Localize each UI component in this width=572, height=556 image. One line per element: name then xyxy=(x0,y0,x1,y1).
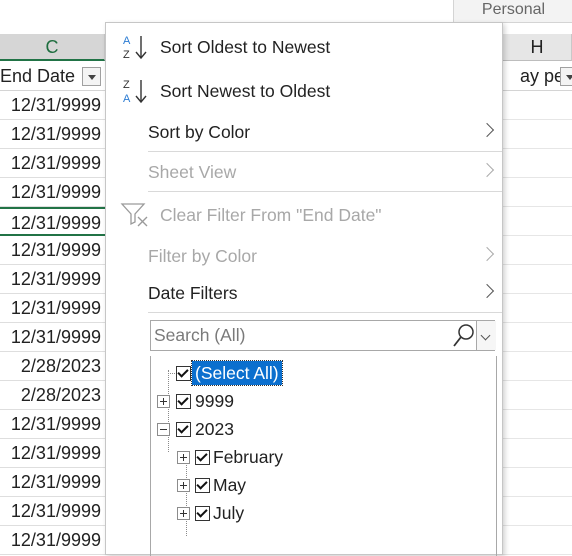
checkbox-checked-icon[interactable] xyxy=(176,366,191,381)
personal-sheet-tab[interactable]: Personal xyxy=(453,0,572,23)
year-9999-label: 9999 xyxy=(195,391,234,411)
clear-filter-item[interactable]: Clear Filter From "End Date" xyxy=(106,195,502,235)
select-all-label: (Select All) xyxy=(191,360,283,386)
cell-end-date[interactable]: 12/31/9999 xyxy=(0,410,105,439)
checkbox-checked-icon[interactable] xyxy=(176,394,191,409)
date-filters-item[interactable]: Date Filters xyxy=(106,273,502,313)
svg-text:Z: Z xyxy=(123,49,130,61)
sheet-view-item[interactable]: Sheet View xyxy=(106,152,502,192)
sort-oldest-to-newest-item[interactable]: A Z Sort Oldest to Newest xyxy=(106,27,502,67)
filter-by-color-item[interactable]: Filter by Color xyxy=(106,236,502,276)
cell-end-date[interactable]: 12/31/9999 xyxy=(0,497,105,526)
tree-connector xyxy=(186,458,187,536)
empty-cell[interactable] xyxy=(503,178,572,207)
empty-cell[interactable] xyxy=(503,439,572,468)
column-header-h[interactable]: H xyxy=(503,34,572,61)
empty-cell[interactable] xyxy=(503,91,572,120)
clear-filter-icon xyxy=(120,203,148,227)
cell-end-date[interactable]: 12/31/9999 xyxy=(0,439,105,468)
sheet-view-label: Sheet View xyxy=(148,162,237,182)
cell-end-date[interactable]: 12/31/9999 xyxy=(0,323,105,352)
cell-end-date[interactable]: 12/31/9999 xyxy=(0,120,105,149)
empty-cell[interactable] xyxy=(503,410,572,439)
collapse-minus-icon[interactable] xyxy=(157,423,170,436)
clear-filter-label: Clear Filter From "End Date" xyxy=(160,205,382,225)
end-date-column: 12/31/9999 12/31/9999 12/31/9999 12/31/9… xyxy=(0,91,105,555)
sort-by-color-item[interactable]: Sort by Color xyxy=(106,112,502,152)
end-date-header-label: End Date xyxy=(0,66,76,86)
search-options-dropdown[interactable] xyxy=(476,321,496,350)
empty-cell[interactable] xyxy=(503,120,572,149)
cell-end-date[interactable]: 12/31/9999 xyxy=(0,265,105,294)
month-label: February xyxy=(213,447,284,467)
expand-plus-icon[interactable] xyxy=(177,507,190,520)
sort-descending-icon: Z A xyxy=(123,79,147,105)
empty-cell[interactable] xyxy=(503,265,572,294)
expand-plus-icon[interactable] xyxy=(177,451,190,464)
empty-cell[interactable] xyxy=(503,352,572,381)
filter-by-color-label: Filter by Color xyxy=(148,246,257,266)
filter-search-box xyxy=(150,320,496,351)
cell-end-date[interactable]: 12/31/9999 xyxy=(0,91,105,120)
expand-plus-icon[interactable] xyxy=(157,395,170,408)
cell-end-date[interactable]: 12/31/9999 xyxy=(0,178,105,207)
svg-text:A: A xyxy=(123,35,131,47)
sort-newest-to-oldest-item[interactable]: Z A Sort Newest to Oldest xyxy=(106,71,502,111)
empty-cell[interactable] xyxy=(503,497,572,526)
cell-end-date[interactable]: 12/31/9999 xyxy=(0,468,105,497)
svg-text:A: A xyxy=(123,93,131,105)
empty-cell[interactable] xyxy=(503,468,572,497)
chevron-right-icon xyxy=(479,283,495,299)
column-header-c[interactable]: C xyxy=(0,34,105,61)
menu-divider xyxy=(148,312,502,313)
checkbox-checked-icon[interactable] xyxy=(195,478,210,493)
cell-end-date[interactable]: 2/28/2023 xyxy=(0,352,105,381)
empty-cell[interactable] xyxy=(503,526,572,555)
cell-end-date[interactable]: 12/31/9999 xyxy=(0,149,105,178)
checkbox-checked-icon[interactable] xyxy=(176,422,191,437)
sort-ascending-icon: A Z xyxy=(123,35,147,61)
checkbox-checked-icon[interactable] xyxy=(195,450,210,465)
sort-by-color-label: Sort by Color xyxy=(148,122,251,142)
empty-cell[interactable] xyxy=(503,294,572,323)
svg-text:Z: Z xyxy=(123,79,130,91)
cell-end-date[interactable]: 12/31/9999 xyxy=(0,294,105,323)
empty-cell[interactable] xyxy=(503,381,572,410)
menu-divider xyxy=(148,191,502,192)
month-label: July xyxy=(213,503,245,523)
expand-plus-icon[interactable] xyxy=(177,479,190,492)
empty-cell[interactable] xyxy=(503,323,572,352)
checkbox-checked-icon[interactable] xyxy=(195,506,210,521)
cell-end-date[interactable]: 12/31/9999 xyxy=(0,236,105,265)
pay-period-filter-button[interactable] xyxy=(560,67,572,86)
sort-newest-label: Sort Newest to Oldest xyxy=(160,81,331,101)
empty-cell[interactable] xyxy=(503,149,572,178)
sort-oldest-label: Sort Oldest to Newest xyxy=(160,37,331,57)
chevron-right-icon xyxy=(479,162,495,178)
cell-end-date-selected[interactable]: 12/31/9999 xyxy=(0,207,105,236)
date-filters-label: Date Filters xyxy=(148,283,238,303)
search-icon[interactable] xyxy=(451,322,477,349)
empty-cell[interactable] xyxy=(503,207,572,236)
filter-value-tree: (Select All) 9999 2023 February May July xyxy=(150,356,497,556)
cell-end-date[interactable]: 12/31/9999 xyxy=(0,526,105,555)
month-label: May xyxy=(213,475,247,495)
chevron-right-icon xyxy=(479,122,495,138)
cell-end-date[interactable]: 2/28/2023 xyxy=(0,381,105,410)
filter-search-input[interactable] xyxy=(151,321,454,350)
autofilter-dropdown: A Z Sort Oldest to Newest Z A Sort Newes… xyxy=(105,22,503,556)
chevron-right-icon xyxy=(479,246,495,262)
year-2023-label: 2023 xyxy=(195,419,234,439)
pay-period-column xyxy=(503,91,572,555)
end-date-filter-button[interactable] xyxy=(82,67,101,86)
empty-cell[interactable] xyxy=(503,236,572,265)
tree-connector xyxy=(168,370,169,452)
